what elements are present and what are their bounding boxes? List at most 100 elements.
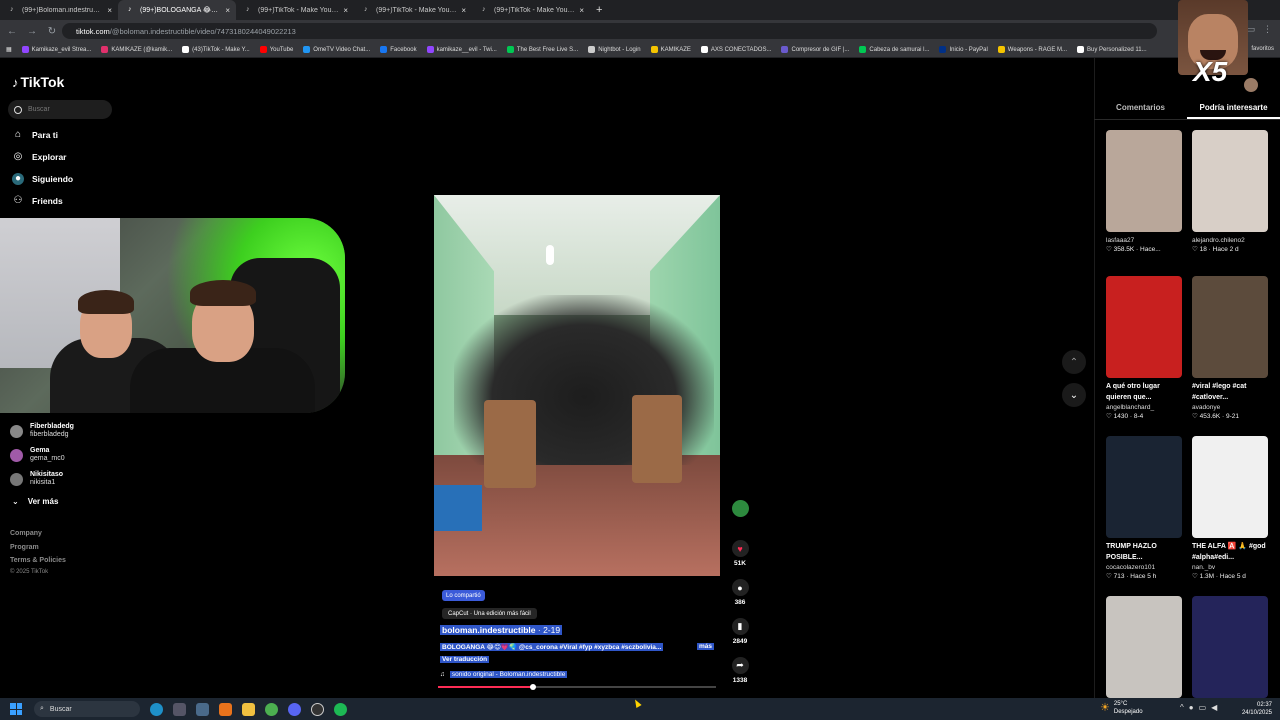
close-tab-icon[interactable]: ×: [461, 6, 466, 15]
reload-icon[interactable]: ↻: [44, 26, 60, 37]
bookmark-item[interactable]: Nightbot - Login: [588, 46, 641, 53]
bookmark-item[interactable]: The Best Free Live S...: [506, 46, 578, 53]
share-button[interactable]: ➦ 1338: [728, 657, 752, 684]
weather-widget[interactable]: ☀ 25°C Despejado: [1100, 700, 1143, 716]
tab-podria-interesarte[interactable]: Podría interesarte: [1187, 100, 1280, 119]
save-button[interactable]: ▮ 2849: [728, 618, 752, 645]
bookmark-item[interactable]: (43)TikTok - Make Y...: [182, 46, 250, 53]
see-more-button[interactable]: ⌄ Ver más: [12, 497, 58, 506]
all-bookmarks-link[interactable]: favoritos: [1251, 46, 1274, 52]
footer-link-company[interactable]: Company: [10, 530, 42, 537]
recommended-video-card[interactable]: [1192, 596, 1270, 698]
more-link[interactable]: más: [697, 643, 715, 650]
bookmark-item[interactable]: Weapons - RAGE M...: [997, 46, 1067, 53]
progress-knob[interactable]: [529, 684, 536, 690]
vlc-icon[interactable]: [219, 702, 232, 716]
bookmark-item[interactable]: Buy Personalized 11...: [1077, 46, 1147, 53]
video-progress-bar[interactable]: [438, 684, 716, 690]
bookmark-item[interactable]: Compresor de GIF |...: [781, 46, 849, 53]
forward-icon[interactable]: →: [24, 26, 40, 37]
volume-icon[interactable]: ◀: [1211, 703, 1217, 712]
video-thumbnail[interactable]: [1192, 276, 1268, 378]
recommended-video-card[interactable]: TRUMP HAZLO POSIBLE... cocacolazero101 ♡ 7…: [1106, 436, 1184, 582]
close-tab-icon[interactable]: ×: [579, 6, 584, 15]
recommended-video-card[interactable]: #viral #lego #cat #catlover... avadonye ♡ …: [1192, 276, 1270, 422]
card-username[interactable]: angelblanchard_: [1106, 403, 1184, 412]
spotify-icon[interactable]: [334, 702, 347, 716]
recommended-video-card[interactable]: alejandro.chileno2 ♡ 18 · Hace 2 d: [1192, 130, 1270, 255]
close-tab-icon[interactable]: ×: [343, 6, 348, 15]
comment-button[interactable]: ● 386: [728, 579, 752, 606]
video-thumbnail[interactable]: [1106, 436, 1182, 538]
nav-item-friends[interactable]: ⚇ Friends: [12, 195, 63, 207]
bookmark-item[interactable]: AXS CONECTADOS...: [700, 46, 771, 53]
browser-tab[interactable]: ♪(99+)Boloman.indestructible (@×: [0, 0, 118, 20]
bookmark-item[interactable]: Inicio - PayPal: [939, 46, 988, 53]
nav-item-explorar[interactable]: ◎ Explorar: [12, 151, 67, 163]
footer-link-program[interactable]: Program: [10, 544, 39, 551]
network-icon[interactable]: ▭: [1199, 703, 1207, 712]
taskbar-clock[interactable]: 02:37 24/10/2025: [1242, 701, 1272, 717]
video-thumbnail[interactable]: [1106, 276, 1182, 378]
translate-link[interactable]: Ver traducción: [440, 656, 490, 663]
microphone-icon[interactable]: ●: [1189, 703, 1194, 712]
bookmark-item[interactable]: KAMIKAZE: [650, 46, 691, 53]
previous-video-button[interactable]: ⌃: [1062, 350, 1086, 374]
chevron-up-icon[interactable]: ^: [1180, 703, 1184, 712]
video-thumbnail[interactable]: [1192, 436, 1268, 538]
search-input[interactable]: Buscar: [8, 100, 112, 119]
card-username[interactable]: cocacolazero101: [1106, 563, 1184, 572]
taskbar-search[interactable]: ⌕ Buscar: [34, 701, 140, 717]
nav-item-siguiendo[interactable]: ● Siguiendo: [12, 173, 73, 185]
edge-icon[interactable]: [150, 702, 163, 716]
following-item[interactable]: Fiberbladedg fiberbladedg: [10, 423, 74, 439]
address-input[interactable]: tiktok.com/@boloman.indestructible/video…: [62, 23, 1157, 39]
card-username[interactable]: alejandro.chileno2: [1192, 236, 1270, 245]
browser-tab[interactable]: ♪ (99+)TikTok - Make Your Day ×: [354, 0, 472, 20]
video-player[interactable]: [434, 195, 720, 576]
author-avatar-button[interactable]: [728, 500, 752, 520]
bookmark-item[interactable]: OmeTV Video Chat...: [303, 46, 370, 53]
bookmark-item[interactable]: Kamikaze_evil Strea...: [21, 46, 91, 53]
card-username[interactable]: nan._bv: [1192, 563, 1270, 572]
obs-icon[interactable]: [311, 702, 324, 716]
nav-item-para-ti[interactable]: ⌂ Para ti: [12, 129, 58, 141]
close-tab-icon[interactable]: ×: [107, 6, 112, 15]
browser-tab[interactable]: ♪ (99+)TikTok - Make Your Day ×: [472, 0, 590, 20]
user-avatar[interactable]: [1244, 78, 1258, 92]
recommended-video-card[interactable]: A qué otro lugar quieren que... angelblan…: [1106, 276, 1184, 422]
app-icon[interactable]: [173, 702, 186, 716]
bookmark-item[interactable]: Facebook: [380, 46, 417, 53]
recommended-video-card[interactable]: [1106, 596, 1184, 698]
card-username[interactable]: avadonye: [1192, 403, 1270, 412]
capcut-link[interactable]: CapCut · Una edición más fácil: [442, 608, 537, 619]
file-explorer-icon[interactable]: [242, 702, 255, 716]
following-item[interactable]: Nikisitaso nikisita1: [10, 471, 63, 487]
following-item[interactable]: Gema gema_mc0: [10, 447, 65, 463]
next-video-button[interactable]: ⌄: [1062, 383, 1086, 407]
footer-link-terms[interactable]: Terms & Policies: [10, 557, 66, 564]
bookmark-item[interactable]: Cabeza de samurai l...: [859, 46, 929, 53]
chrome-icon[interactable]: [265, 702, 278, 716]
video-author[interactable]: boloman.indestructible · 2-19: [440, 625, 563, 635]
back-icon[interactable]: ←: [4, 26, 20, 37]
video-thumbnail[interactable]: [1192, 130, 1268, 232]
menu-icon[interactable]: ⋮: [1263, 24, 1272, 35]
calculator-icon[interactable]: [196, 702, 209, 716]
browser-tab[interactable]: ♪ (99+)TikTok - Make Your Day ×: [236, 0, 354, 20]
close-tab-icon[interactable]: ×: [225, 6, 230, 15]
windows-start-icon[interactable]: [10, 703, 22, 715]
new-tab-icon[interactable]: +: [596, 4, 602, 16]
recommended-video-card[interactable]: THE ALFA 🅰️ 🙏 #god #alpha#edi... nan._bv ♡…: [1192, 436, 1270, 582]
tab-comentarios[interactable]: Comentarios: [1094, 100, 1187, 119]
video-thumbnail[interactable]: [1106, 130, 1182, 232]
sound-link[interactable]: ♫ sonido original - Boloman.indestructibl…: [440, 671, 568, 678]
like-button[interactable]: ♥ 51K: [728, 540, 752, 567]
video-thumbnail[interactable]: [1106, 596, 1182, 698]
bookmark-item[interactable]: KAMIKAZE (@kamik...: [101, 46, 172, 53]
video-thumbnail[interactable]: [1192, 596, 1268, 698]
bookmark-item[interactable]: YouTube: [259, 46, 293, 53]
apps-icon[interactable]: ▦: [6, 46, 12, 53]
browser-tab-active[interactable]: ♪(99+)BOLOGANGA 😂😊💗 🔊×: [118, 0, 236, 20]
discord-icon[interactable]: [288, 702, 301, 716]
